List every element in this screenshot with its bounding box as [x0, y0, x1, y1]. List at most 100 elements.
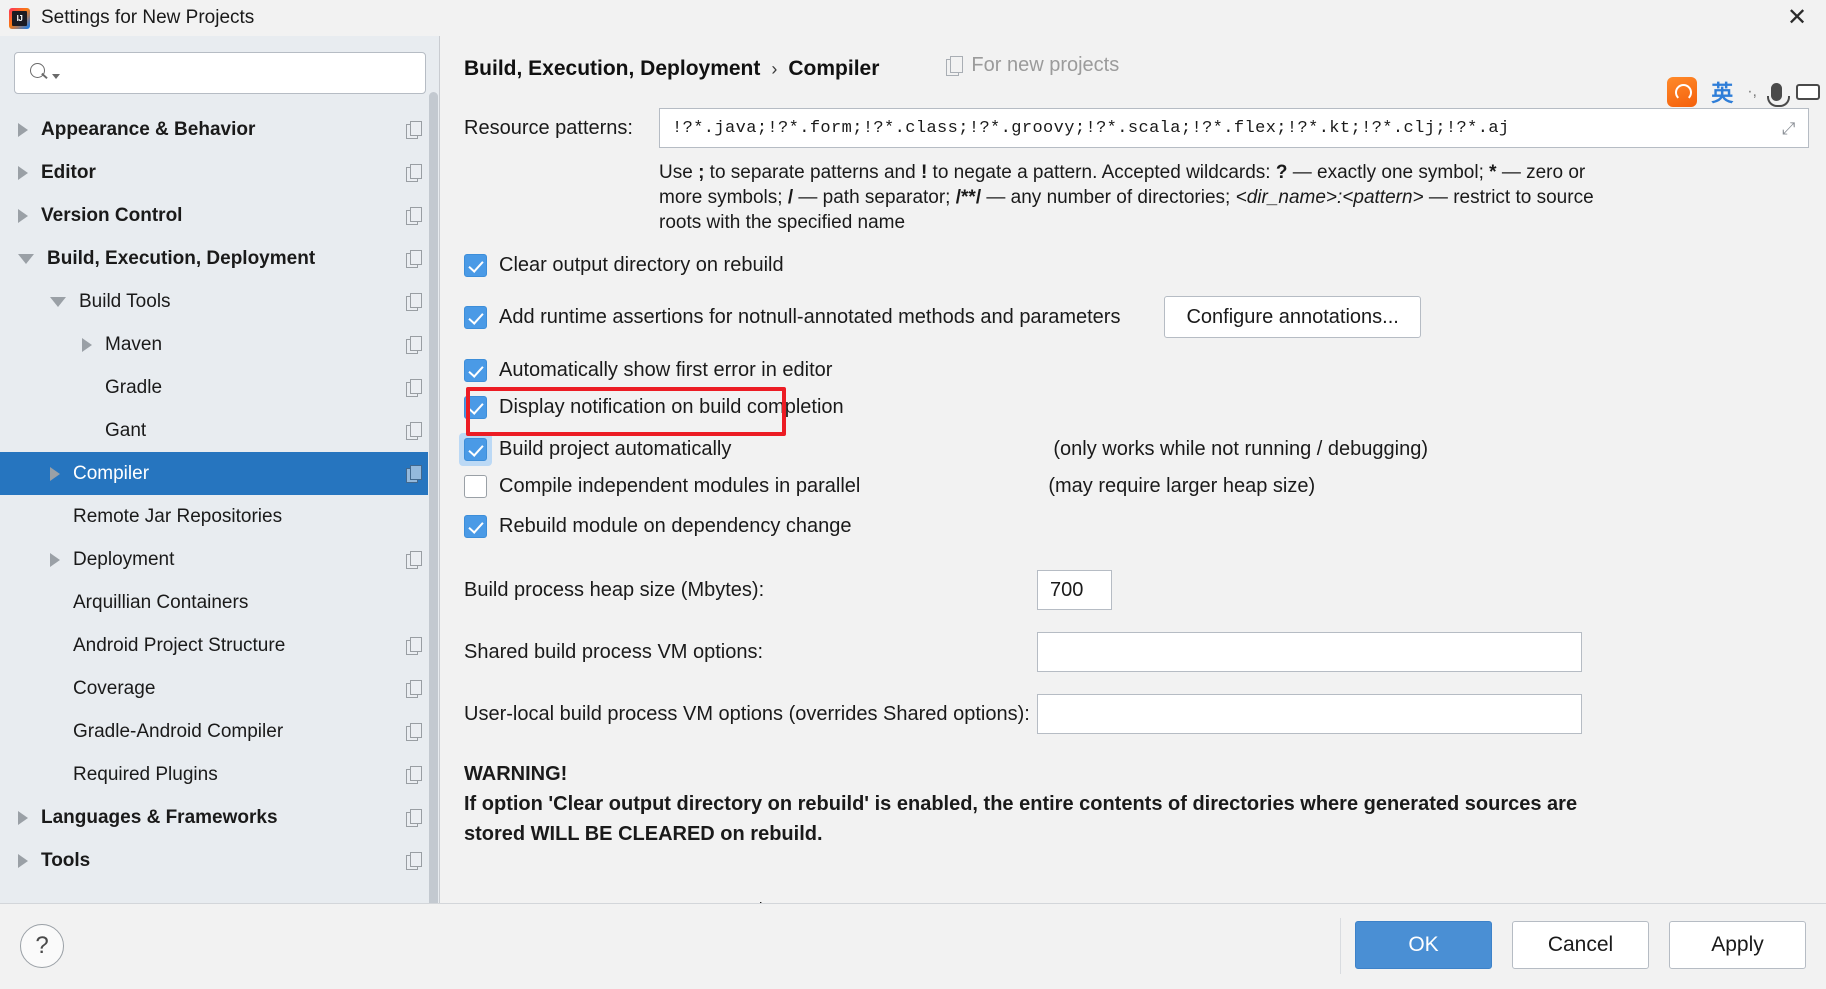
sidebar-item-gradle[interactable]: Gradle	[0, 366, 439, 409]
copy-icon	[406, 809, 422, 827]
clear-output-directory-checkbox[interactable]	[464, 254, 487, 277]
sidebar-item-required-plugins[interactable]: Required Plugins	[0, 753, 439, 796]
help-2c: — path separator;	[793, 187, 956, 208]
checkbox-row-display-notification[interactable]: Display notification on build completion	[441, 396, 1826, 419]
sidebar-item-label: Android Project Structure	[73, 634, 286, 656]
checkbox-row-show-first-error[interactable]: Automatically show first error in editor	[441, 359, 1826, 382]
chevron-right-icon[interactable]	[18, 810, 28, 825]
sidebar-item-languages-frameworks[interactable]: Languages & Frameworks	[0, 796, 439, 839]
microphone-icon[interactable]	[1767, 83, 1790, 107]
warning-line-1: If option 'Clear output directory on reb…	[464, 793, 1578, 815]
help-button[interactable]: ?	[20, 924, 64, 968]
cancel-button[interactable]: Cancel	[1512, 921, 1649, 969]
sidebar-item-version-control[interactable]: Version Control	[0, 194, 439, 237]
build-project-automatically-checkbox[interactable]	[464, 438, 487, 461]
compile-parallel-label: Compile independent modules in parallel	[499, 475, 861, 497]
configure-annotations-button[interactable]: Configure annotations...	[1164, 296, 1421, 338]
help-1i: — zero or	[1496, 162, 1586, 183]
shared-vm-label: Shared build process VM options:	[464, 640, 764, 663]
chevron-right-icon[interactable]	[82, 337, 92, 352]
copy-icon	[406, 422, 422, 440]
chevron-right-icon[interactable]	[50, 466, 60, 481]
sidebar-item-label: Build Tools	[79, 290, 171, 312]
expand-arrows-icon[interactable]: ⤢	[1779, 119, 1798, 138]
ime-punctuation-toggle[interactable]: ·,	[1747, 83, 1757, 101]
search-input[interactable]	[14, 52, 426, 94]
sidebar-item-editor[interactable]: Editor	[0, 151, 439, 194]
ime-language-label[interactable]: 英	[1711, 76, 1733, 108]
chevron-right-icon[interactable]	[18, 122, 28, 137]
sidebar-item-label: Appearance & Behavior	[41, 118, 256, 140]
sidebar-item-gant[interactable]: Gant	[0, 409, 439, 452]
chevron-right-icon[interactable]	[18, 165, 28, 180]
show-first-error-checkbox[interactable]	[464, 359, 487, 382]
copy-icon	[406, 680, 422, 698]
copy-icon	[406, 164, 422, 182]
build-project-automatically-label: Build project automatically	[499, 438, 732, 460]
copy-icon	[406, 379, 422, 397]
chevron-right-icon[interactable]	[18, 853, 28, 868]
copy-icon	[406, 336, 422, 354]
sidebar-item-coverage[interactable]: Coverage	[0, 667, 439, 710]
chevron-down-icon[interactable]	[52, 73, 60, 79]
chevron-right-icon[interactable]	[18, 208, 28, 223]
breadcrumb-root[interactable]: Build, Execution, Deployment	[464, 57, 760, 81]
dialog-body: Appearance & Behavior Editor Version Contr…	[0, 36, 1826, 932]
rebuild-module-checkbox[interactable]	[464, 515, 487, 538]
breadcrumb-separator: ›	[771, 59, 778, 79]
checkbox-row-runtime-assertions[interactable]: Add runtime assertions for notnull-annot…	[441, 296, 1826, 338]
sidebar-item-remote-jar-repositories[interactable]: Remote Jar Repositories	[0, 495, 439, 538]
copy-icon	[946, 56, 964, 76]
sogou-ime-bar: 英 ·,	[1667, 76, 1820, 108]
sidebar-item-build-execution-deployment[interactable]: Build, Execution, Deployment	[0, 237, 439, 280]
resource-patterns-input[interactable]: !?*.java;!?*.form;!?*.class;!?*.groovy;!…	[659, 108, 1809, 148]
heap-size-row: Build process heap size (Mbytes): 700	[441, 570, 1826, 610]
compiler-settings-pane: Build, Execution, Deployment › Compiler …	[441, 36, 1826, 926]
sidebar-item-label: Gradle-Android Compiler	[73, 720, 284, 742]
patterns-help-text: Use ; to separate patterns and ! to nega…	[441, 160, 1826, 235]
build-automatically-note: (only works while not running / debuggin…	[1053, 438, 1429, 460]
heap-size-label: Build process heap size (Mbytes):	[464, 578, 765, 601]
sidebar-item-label: Required Plugins	[73, 763, 218, 785]
checkbox-row-clear-output[interactable]: Clear output directory on rebuild	[441, 254, 1826, 277]
sidebar-item-label: Coverage	[73, 677, 156, 699]
shared-vm-input[interactable]	[1037, 632, 1582, 672]
copy-icon	[406, 250, 422, 268]
sidebar-item-maven[interactable]: Maven	[0, 323, 439, 366]
resource-patterns-value: !?*.java;!?*.form;!?*.class;!?*.groovy;!…	[672, 118, 1510, 138]
sidebar-item-gradle-android-compiler[interactable]: Gradle-Android Compiler	[0, 710, 439, 753]
sogou-logo-icon[interactable]	[1667, 77, 1698, 107]
sidebar-item-tools[interactable]: Tools	[0, 839, 439, 882]
display-notification-checkbox[interactable]	[464, 396, 487, 419]
sidebar-item-arquillian-containers[interactable]: Arquillian Containers	[0, 581, 439, 624]
add-runtime-assertions-checkbox[interactable]	[464, 305, 487, 329]
shared-vm-row: Shared build process VM options:	[441, 632, 1826, 672]
close-icon[interactable]: ✕	[1768, 0, 1826, 36]
sidebar-item-label: Remote Jar Repositories	[73, 505, 283, 527]
heap-size-input[interactable]: 700	[1037, 570, 1112, 610]
chevron-right-icon[interactable]	[50, 552, 60, 567]
chevron-down-icon[interactable]	[50, 296, 66, 307]
keyboard-icon[interactable]	[1796, 84, 1820, 100]
compile-parallel-checkbox[interactable]	[464, 475, 487, 498]
ok-button[interactable]: OK	[1355, 921, 1492, 969]
checkbox-row-parallel-modules[interactable]: Compile independent modules in parallel …	[441, 475, 1826, 498]
sidebar-item-build-tools[interactable]: Build Tools	[0, 280, 439, 323]
sidebar-item-deployment[interactable]: Deployment	[0, 538, 439, 581]
sidebar-item-compiler[interactable]: Compiler	[0, 452, 439, 495]
warning-title: WARNING!	[464, 763, 568, 785]
apply-button[interactable]: Apply	[1669, 921, 1806, 969]
user-vm-input[interactable]	[1037, 694, 1582, 734]
sidebar-scrollbar[interactable]	[428, 92, 439, 932]
checkbox-row-rebuild-dependency[interactable]: Rebuild module on dependency change	[441, 515, 1826, 538]
warning-line-2: stored WILL BE CLEARED on rebuild.	[464, 823, 823, 845]
chevron-down-icon[interactable]	[18, 253, 34, 264]
rebuild-module-label: Rebuild module on dependency change	[499, 515, 852, 537]
help-2f: <dir_name>:<pattern>	[1235, 187, 1424, 208]
sidebar-scrollbar-thumb[interactable]	[429, 92, 438, 932]
sidebar-item-label: Maven	[105, 333, 163, 355]
sidebar-item-appearance-behavior[interactable]: Appearance & Behavior	[0, 108, 439, 151]
checkbox-row-build-automatically[interactable]: Build project automatically (only works …	[441, 433, 1826, 466]
help-1g: — exactly one symbol;	[1287, 162, 1490, 183]
sidebar-item-android-project-structure[interactable]: Android Project Structure	[0, 624, 439, 667]
